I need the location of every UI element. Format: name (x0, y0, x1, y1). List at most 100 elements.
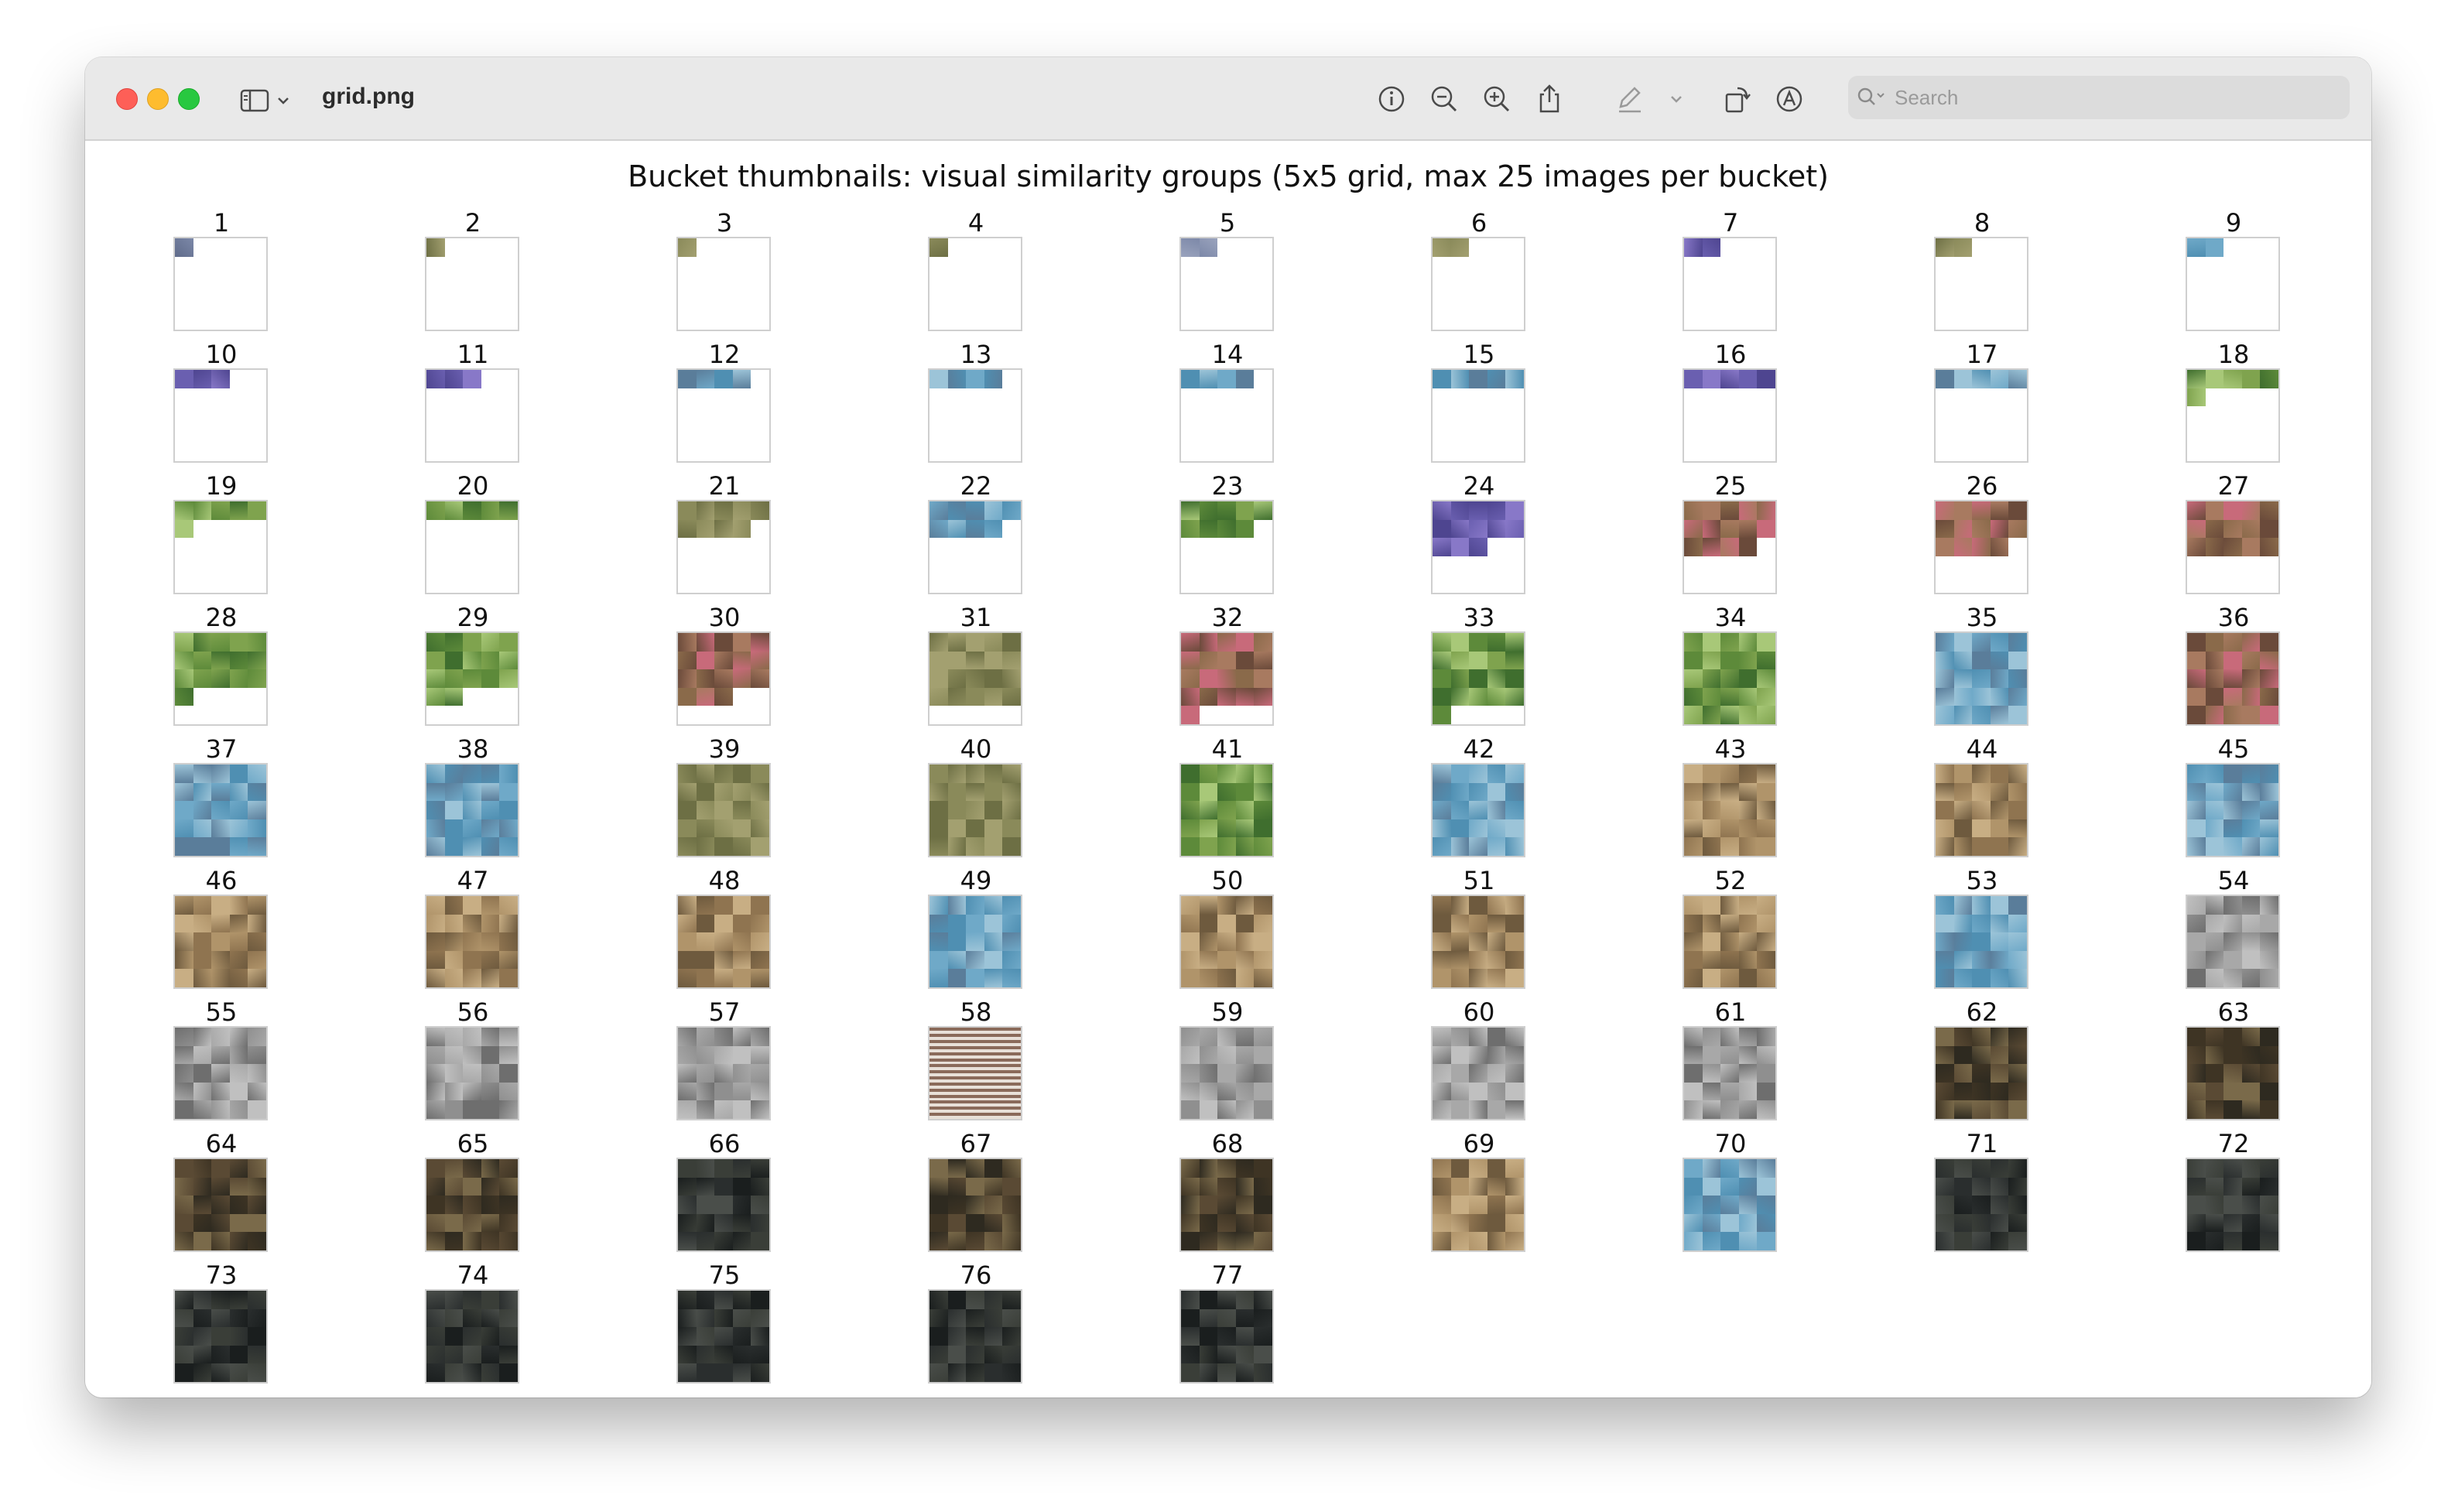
thumbnail-tile (947, 896, 967, 915)
thumbnail-tile (1199, 424, 1218, 443)
thumbnail-tile (499, 1100, 518, 1119)
bucket-cell: 31 (928, 604, 1024, 726)
thumbnail-tile (1487, 914, 1506, 933)
thumbnail-tile (193, 1308, 212, 1328)
thumbnail-tile (2223, 765, 2242, 783)
thumbnail-tile (1505, 932, 1524, 951)
thumbnail-tile (1254, 1177, 1272, 1196)
thumbnail-tile (463, 1213, 481, 1233)
sidebar-toggle-button[interactable] (240, 85, 302, 116)
thumbnail-tile (481, 837, 500, 856)
thumbnail-tile (984, 1082, 1003, 1101)
thumbnail-tile (1199, 969, 1218, 987)
thumbnail-tile (1235, 556, 1255, 575)
thumbnail-tile (2187, 501, 2206, 520)
thumbnail-tile (211, 932, 230, 951)
thumbnail-tile (751, 1291, 769, 1309)
search-field[interactable] (1848, 76, 2350, 119)
thumbnail-tile (1002, 1045, 1021, 1065)
markup-button[interactable] (1611, 80, 1648, 118)
bucket-label: 45 (2217, 734, 2250, 764)
thumbnail-tile (2223, 406, 2242, 425)
thumbnail-tile (1469, 406, 1487, 425)
thumbnail-tile (678, 1345, 697, 1364)
annotate-button[interactable] (1771, 80, 1808, 118)
thumbnail-tile (751, 1064, 769, 1083)
thumbnail-tile (1990, 311, 2009, 330)
thumbnail-tile (1684, 238, 1703, 257)
thumbnail-tile (732, 311, 751, 330)
minimize-window-button[interactable] (147, 88, 169, 110)
thumbnail-tile (1450, 556, 1470, 575)
thumbnail-tile (1702, 1196, 1721, 1214)
thumbnail-tile (1181, 256, 1200, 275)
thumbnail-tile (1990, 1028, 2009, 1046)
thumbnail-tile (696, 501, 715, 520)
thumbnail-tile (1953, 1196, 1973, 1214)
thumbnail-tile (1181, 519, 1200, 539)
thumbnail-tile (1972, 782, 1991, 802)
thumbnail-tile (966, 1213, 984, 1233)
thumbnail-tile (732, 388, 751, 407)
thumbnail-tile (2008, 538, 2027, 556)
thumbnail-tile (2260, 1045, 2278, 1065)
thumbnail-tile (1181, 914, 1200, 933)
zoom-in-button[interactable] (1478, 80, 1515, 118)
thumbnail-tile (2223, 1232, 2242, 1250)
thumbnail-tile (426, 914, 445, 933)
markup-menu-button[interactable] (1664, 80, 1689, 118)
thumbnail-tile (175, 1232, 193, 1250)
thumbnail-tile (193, 669, 212, 688)
bucket-cell: 36 (2186, 604, 2282, 726)
thumbnail-tile (714, 406, 733, 425)
thumbnail-tile (929, 633, 948, 652)
thumbnail-tile (1002, 1177, 1021, 1196)
thumbnail-tile (1254, 538, 1272, 556)
thumbnail-tile (1990, 292, 2009, 312)
thumbnail-tile (732, 1045, 751, 1065)
thumbnail-tile (714, 556, 733, 575)
thumbnail-tile (1181, 669, 1200, 688)
thumbnail-tile (1684, 1028, 1703, 1046)
thumbnail-tile (1469, 370, 1487, 388)
info-button[interactable] (1373, 80, 1410, 118)
thumbnail-tile (714, 1363, 733, 1382)
thumbnail-tile (2241, 687, 2261, 706)
share-button[interactable] (1531, 80, 1568, 118)
thumbnail-tile (1450, 275, 1470, 293)
thumbnail-tile (1684, 950, 1703, 970)
bucket-thumbnail (2186, 631, 2280, 726)
bucket-cell: 24 (1431, 472, 1527, 594)
search-input[interactable] (1893, 84, 2330, 111)
thumbnail-tile (444, 1028, 464, 1046)
thumbnail-tile (444, 292, 464, 312)
thumbnail-tile (696, 687, 715, 706)
thumbnail-tile (696, 896, 715, 915)
thumbnail-tile (1757, 801, 1775, 819)
thumbnail-tile (1199, 1308, 1218, 1328)
thumbnail-tile (1487, 950, 1506, 970)
thumbnail-tile (1181, 1291, 1200, 1309)
thumbnail-tile (1684, 837, 1703, 856)
thumbnail-tile (1181, 311, 1200, 330)
thumbnail-tile (499, 424, 518, 443)
thumbnail-tile (1757, 256, 1775, 275)
thumbnail-tile (1235, 1159, 1255, 1178)
thumbnail-tile (966, 633, 984, 652)
thumbnail-tile (1450, 574, 1470, 593)
thumbnail-tile (1972, 1100, 1991, 1119)
thumbnail-tile (947, 837, 967, 856)
thumbnail-tile (1181, 1213, 1200, 1233)
zoom-out-button[interactable] (1426, 80, 1463, 118)
thumbnail-tile (175, 782, 193, 802)
thumbnail-tile (2223, 556, 2242, 575)
close-window-button[interactable] (116, 88, 138, 110)
rotate-button[interactable] (1718, 80, 1755, 118)
thumbnail-tile (714, 501, 733, 520)
thumbnail-tile (1469, 765, 1487, 783)
maximize-window-button[interactable] (178, 88, 200, 110)
thumbnail-tile (1235, 1327, 1255, 1346)
thumbnail-tile (1199, 706, 1218, 724)
thumbnail-tile (2241, 651, 2261, 670)
thumbnail-tile (1505, 914, 1524, 933)
